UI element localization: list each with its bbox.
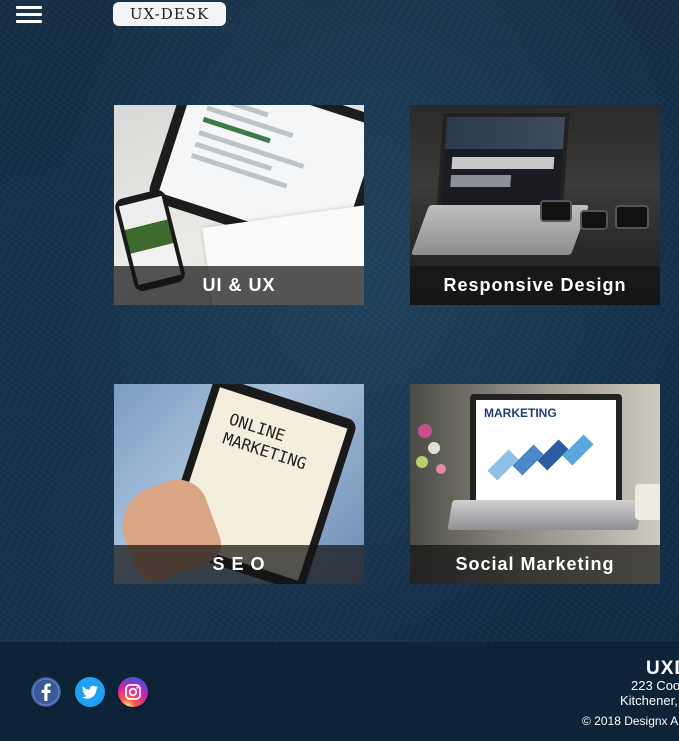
logo-text: UX-DESK xyxy=(129,5,210,23)
card-caption: S E O xyxy=(114,545,364,584)
twitter-icon[interactable] xyxy=(75,677,105,707)
card-caption: UI & UX xyxy=(114,266,364,305)
company-address: UXD 223 Coo Kitchener, O © 2018 Designx … xyxy=(582,658,679,738)
instagram-icon[interactable] xyxy=(118,677,148,707)
service-card-seo[interactable]: ONLINE MARKETING S E O xyxy=(114,384,364,584)
address-line1: 223 Coo xyxy=(631,678,679,693)
marketing-screen-text: MARKETING xyxy=(484,406,557,420)
service-card-ui-ux[interactable]: UI & UX xyxy=(114,105,364,305)
card-caption: Social Marketing xyxy=(410,545,660,584)
service-card-social-marketing[interactable]: MARKETING Social Marketing xyxy=(410,384,660,584)
hamburger-menu-icon[interactable] xyxy=(16,6,42,24)
facebook-icon[interactable] xyxy=(31,677,61,707)
company-name: UXD xyxy=(646,658,679,679)
copyright: © 2018 Designx A xyxy=(582,714,679,728)
card-caption: Responsive Design xyxy=(410,266,660,305)
address-line2: Kitchener, O xyxy=(620,693,679,708)
service-card-responsive-design[interactable]: Responsive Design xyxy=(410,105,660,305)
site-logo[interactable]: UX-DESK xyxy=(113,2,226,26)
